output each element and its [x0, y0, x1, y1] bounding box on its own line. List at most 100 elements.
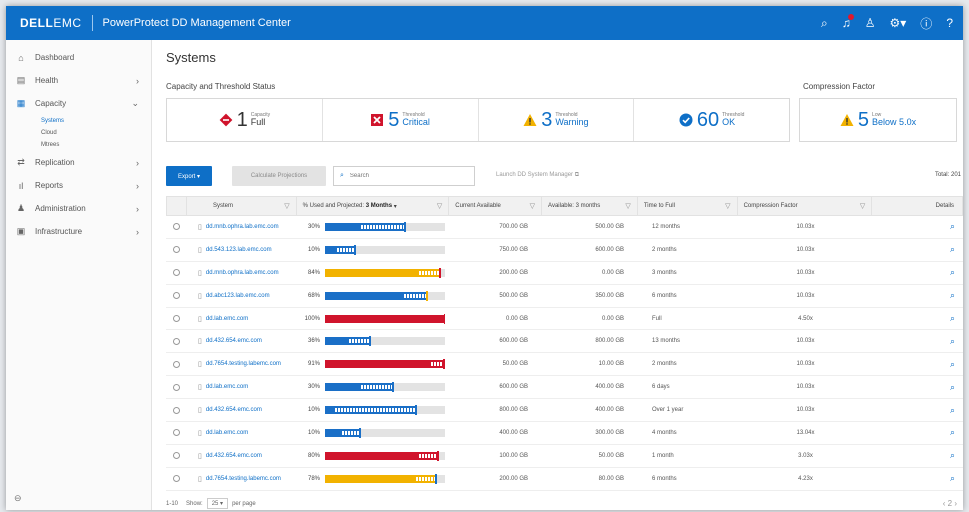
row-select-radio[interactable] [172, 406, 180, 414]
compression-factor: 10.03x [796, 246, 815, 253]
filter-icon[interactable]: ▽ [860, 202, 865, 210]
header-time-to-full[interactable]: Time to Full ▽ [638, 196, 738, 216]
details-icon[interactable]: ⌕ [873, 313, 963, 324]
filter-icon[interactable]: ▽ [437, 202, 442, 210]
table-row[interactable]: ▯ dd.mnb.ophra.lab.emc.com 84% 200.00 GB 0.0… [166, 262, 963, 285]
page-navigation[interactable]: ‹ 2 › [943, 499, 957, 508]
header-compression-factor[interactable]: Compression Factor ▽ [738, 196, 873, 216]
compression-factor: 3.03x [798, 452, 813, 459]
launch-dd-system-manager-link[interactable]: Launch DD System Manager ⧉ [496, 172, 579, 179]
row-select-radio[interactable] [172, 292, 180, 300]
details-icon[interactable]: ⌕ [873, 267, 963, 278]
details-icon[interactable]: ⌕ [873, 221, 963, 232]
sidebar-subitem-mtrees[interactable]: Mtrees [6, 139, 151, 151]
row-select-radio[interactable] [172, 360, 180, 368]
collapse-sidebar-icon[interactable]: ⊖ [14, 493, 22, 504]
help-icon[interactable]: ? [946, 16, 953, 30]
table-row[interactable]: ▯ dd.lab.emc.com 30% 600.00 GB 400.00 GB 6 da… [166, 376, 963, 400]
header-used-projected[interactable]: % Used and Projected: 3 Months ▾ ▽ [297, 196, 450, 216]
sidebar-item-health[interactable]: ▤ Health › [6, 69, 151, 92]
table-row[interactable]: ▯ dd.7654.testing.labemc.com 78% 200.00 GB 8… [166, 468, 963, 491]
info-icon[interactable]: ⓘ [920, 15, 932, 32]
sidebar-item-reports[interactable]: ıl Reports › [6, 174, 151, 197]
threshold-warning-card[interactable]: 3 Threshold Warning [479, 99, 635, 141]
system-link[interactable]: ▯ dd.mnb.ophra.lab.emc.com [186, 269, 296, 277]
row-select-radio[interactable] [172, 337, 180, 345]
header-available-3-months[interactable]: Available: 3 months ▽ [542, 196, 638, 216]
search-input[interactable] [349, 173, 460, 179]
row-select-radio[interactable] [172, 475, 180, 483]
details-icon[interactable]: ⌕ [873, 244, 963, 255]
search-icon[interactable]: ⌕ [821, 16, 828, 31]
available-3-months: 350.00 GB [595, 292, 624, 299]
table-row[interactable]: ▯ dd.mnb.ophra.lab.emc.com 30% 700.00 GB 500… [166, 216, 963, 239]
divider [91, 15, 93, 31]
home-icon: ⌂ [18, 52, 24, 63]
system-link[interactable]: ▯ dd.432.654.emc.com [186, 406, 296, 414]
details-icon[interactable]: ⌕ [873, 405, 963, 416]
header-details: Details [935, 203, 955, 209]
details-icon[interactable]: ⌕ [873, 450, 963, 461]
system-link[interactable]: ▯ dd.lab.emc.com [186, 315, 296, 323]
sidebar-item-administration[interactable]: ♟ Administration › [6, 197, 151, 220]
header-current-available[interactable]: Current Available ▽ [449, 196, 543, 216]
system-file-icon: ▯ [198, 292, 202, 300]
user-icon[interactable]: ♙ [865, 16, 876, 30]
sidebar-subitem-cloud[interactable]: Cloud [6, 127, 151, 139]
filter-icon[interactable]: ▽ [284, 202, 289, 210]
table-row[interactable]: ▯ dd.lab.emc.com 10% 400.00 GB 300.00 GB 4 mo… [166, 422, 963, 445]
header-system[interactable]: System ▽ [187, 196, 297, 216]
table-row[interactable]: ▯ dd.543.123.lab.emc.com 10% 750.00 GB 600.0… [166, 239, 963, 262]
threshold-critical-card[interactable]: 5 Threshold Critical [323, 99, 479, 141]
row-select-radio[interactable] [172, 452, 180, 460]
settings-icon[interactable]: ⚙▾ [890, 16, 907, 30]
page-size-select[interactable]: 25 ▾ [206, 498, 229, 509]
system-link[interactable]: ▯ dd.543.123.lab.emc.com [186, 246, 296, 254]
sidebar-item-replication[interactable]: ⇄ Replication › [6, 151, 151, 174]
system-link[interactable]: ▯ dd.432.654.emc.com [186, 452, 296, 460]
table-row[interactable]: ▯ dd.7654.testing.labemc.com 91% 50.00 GB 10… [166, 353, 963, 377]
time-to-full: 6 months [652, 292, 677, 299]
system-link[interactable]: ▯ dd.lab.emc.com [186, 429, 296, 437]
sidebar-subitem-systems[interactable]: Systems [6, 115, 151, 127]
threshold-ok-card[interactable]: 60 Threshold OK [634, 99, 789, 141]
system-link[interactable]: ▯ dd.7654.testing.labemc.com [186, 475, 296, 483]
system-link[interactable]: ▯ dd.7654.testing.labemc.com [186, 360, 296, 368]
details-icon[interactable]: ⌕ [873, 336, 963, 347]
calculate-projections-button[interactable]: Calculate Projections [232, 166, 326, 186]
replication-icon: ⇄ [17, 157, 25, 167]
compression-low-card[interactable]: 5 Low Below 5.0x [799, 98, 957, 142]
table-row[interactable]: ▯ dd.432.654.emc.com 36% 600.00 GB 800.00 GB… [166, 330, 963, 354]
row-select-radio[interactable] [172, 429, 180, 437]
row-select-radio[interactable] [172, 269, 180, 277]
admin-icon: ♟ [16, 203, 26, 213]
system-link[interactable]: ▯ dd.lab.emc.com [186, 383, 296, 391]
row-select-radio[interactable] [172, 223, 180, 231]
sidebar-item-dashboard[interactable]: ⌂ Dashboard [6, 46, 151, 69]
details-icon[interactable]: ⌕ [873, 382, 963, 393]
filter-icon[interactable]: ▽ [625, 202, 630, 210]
sidebar-item-capacity[interactable]: ▦ Capacity ⌄ [6, 92, 151, 115]
row-select-radio[interactable] [172, 315, 180, 322]
export-button[interactable]: Export ▾ [166, 166, 212, 186]
system-link[interactable]: ▯ dd.432.654.emc.com [186, 337, 296, 345]
search-box[interactable]: ⌕ [333, 166, 475, 186]
table-row[interactable]: ▯ dd.432.654.emc.com 80% 100.00 GB 50.00 GB 1… [166, 445, 963, 468]
table-row[interactable]: ▯ dd.abc123.lab.emc.com 68% 500.00 GB 350.00… [166, 285, 963, 308]
available-3-months: 600.00 GB [595, 246, 624, 253]
alert-icon[interactable]: ♫ [842, 14, 854, 30]
system-link[interactable]: ▯ dd.mnb.ophra.lab.emc.com [186, 223, 296, 231]
details-icon[interactable]: ⌕ [873, 473, 963, 484]
details-icon[interactable]: ⌕ [873, 427, 963, 438]
filter-icon[interactable]: ▽ [530, 202, 535, 210]
details-icon[interactable]: ⌕ [873, 290, 963, 301]
table-row[interactable]: ▯ dd.432.654.emc.com 10% 800.00 GB 400.00 GB… [166, 399, 963, 423]
capacity-full-card[interactable]: 1 Capacity Full [167, 99, 323, 141]
details-icon[interactable]: ⌕ [873, 359, 963, 370]
sidebar-item-infrastructure[interactable]: ▣ Infrastructure › [6, 220, 151, 243]
row-select-radio[interactable] [172, 246, 180, 254]
table-row[interactable]: ▯ dd.lab.emc.com 100% 0.00 GB 0.00 GB Full 4.5… [166, 308, 963, 331]
row-select-radio[interactable] [172, 383, 180, 391]
system-link[interactable]: ▯ dd.abc123.lab.emc.com [186, 292, 296, 300]
filter-icon[interactable]: ▽ [725, 202, 730, 210]
